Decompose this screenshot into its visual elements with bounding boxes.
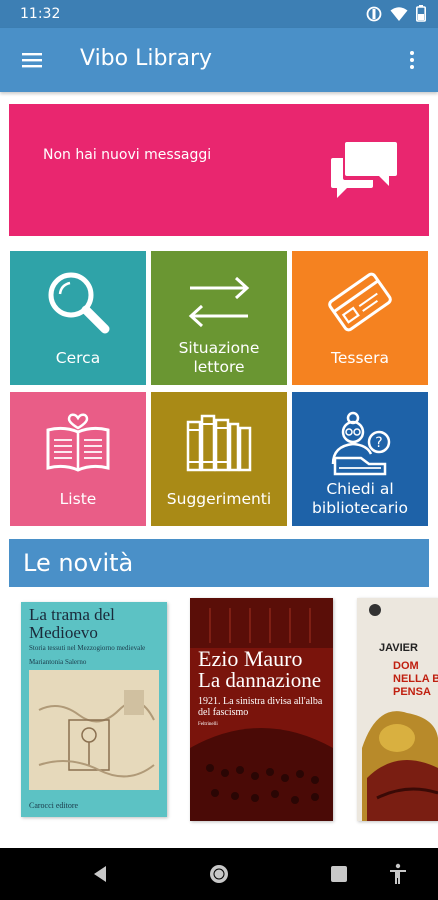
book-cover-image — [29, 670, 159, 790]
status-time: 11:32 — [20, 6, 61, 22]
status-bar: 11:32 — [0, 0, 438, 28]
book-publisher: Carocci editore — [29, 801, 79, 810]
tile-label: Tessera — [331, 348, 389, 367]
tile-label: Situazione lettore — [178, 339, 260, 376]
chat-bubbles-icon — [329, 138, 399, 204]
search-icon — [10, 265, 146, 339]
tile-suggerimenti[interactable]: Suggerimenti — [151, 392, 287, 526]
book-author: Mariantonia Salerno — [29, 658, 87, 666]
book-subtitle: 1921. La sinistra divisa all'alba del fa… — [198, 696, 323, 718]
back-icon[interactable] — [88, 862, 112, 886]
accessibility-icon[interactable] — [386, 862, 410, 886]
status-icons — [366, 5, 426, 27]
recents-icon[interactable] — [327, 862, 351, 886]
battery-icon — [416, 5, 426, 27]
book-heart-icon — [10, 406, 146, 480]
messages-card[interactable]: Non hai nuovi messaggi — [9, 104, 429, 236]
messages-text: Non hai nuovi messaggi — [43, 147, 212, 163]
tile-situazione-lettore[interactable]: Situazione lettore — [151, 251, 287, 385]
swap-arrows-icon — [151, 265, 287, 339]
tile-chiedi-al-bibliotecario[interactable]: ? Chiedi al bibliotecario — [292, 392, 428, 526]
book-cover[interactable]: JAVIER DOM NELLA BA PENSA — [357, 598, 438, 821]
tile-label: Liste — [59, 489, 97, 508]
book-author: JAVIER — [379, 642, 418, 654]
book-publisher: Feltrinelli — [198, 722, 218, 727]
card-icon — [292, 265, 428, 339]
tile-tessera[interactable]: Tessera — [292, 251, 428, 385]
home-icon[interactable] — [207, 862, 231, 886]
librarian-question-icon: ? — [292, 406, 428, 480]
section-header: Le novità — [9, 539, 429, 587]
app-title: Vibo Library — [80, 46, 213, 71]
more-vert-icon[interactable] — [400, 48, 424, 72]
app-bar: Vibo Library — [0, 28, 438, 92]
tile-cerca[interactable]: Cerca — [10, 251, 146, 385]
bookshelf-icon — [151, 406, 287, 480]
book-subtitle: Storia tessuti nel Mezzogiorno medievale — [29, 644, 146, 652]
book-cover[interactable]: La trama del Medioevo Storia tessuti nel… — [21, 602, 167, 817]
do-not-disturb-icon — [366, 6, 382, 27]
section-title: Le novità — [23, 549, 134, 577]
book-cover-image — [357, 598, 438, 821]
book-title: La trama del Medioevo — [29, 605, 115, 642]
wifi-icon — [390, 6, 408, 27]
tile-liste[interactable]: Liste — [10, 392, 146, 526]
menu-icon[interactable] — [20, 48, 44, 72]
tile-label: Chiedi al bibliotecario — [312, 480, 408, 517]
tile-label: Suggerimenti — [166, 489, 272, 508]
nav-bar — [0, 848, 438, 900]
svg-text:?: ? — [375, 435, 382, 451]
book-cover[interactable]: Ezio Mauro La dannazione 1921. La sinist… — [190, 598, 333, 821]
book-title: DOM NELLA BA PENSA — [393, 660, 438, 698]
book-title: La dannazione — [198, 668, 322, 692]
tile-label: Cerca — [55, 348, 101, 367]
